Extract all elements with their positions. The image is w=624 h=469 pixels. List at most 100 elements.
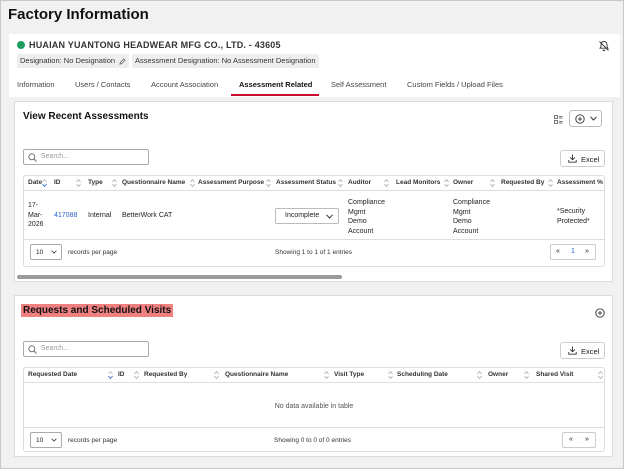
- next-page-button[interactable]: »: [585, 436, 589, 443]
- entries-info: Showing 1 to 1 of 1 entries: [275, 249, 352, 256]
- page-size-select[interactable]: 10: [30, 432, 62, 448]
- column-view-icon[interactable]: [554, 115, 563, 124]
- search-placeholder: Search...: [41, 345, 70, 352]
- col-id[interactable]: ID: [54, 176, 61, 190]
- app-window: Factory Information HUAIAN YUANTONG HEAD…: [0, 0, 624, 469]
- tab-information[interactable]: Information: [17, 80, 55, 89]
- status-dot: [17, 41, 25, 49]
- chevron-down-icon: [326, 214, 333, 219]
- tab-assessment-related[interactable]: Assessment Related: [239, 80, 312, 89]
- add-assessment-dropdown[interactable]: [569, 110, 602, 127]
- tab-users-contacts[interactable]: Users / Contacts: [75, 80, 130, 89]
- recent-search-input[interactable]: Search...: [23, 149, 149, 165]
- col-assessment-score[interactable]: Assessment % Sc: [557, 176, 604, 190]
- col-questionnaire-name[interactable]: Questionnaire Name: [122, 176, 185, 190]
- visits-search-input[interactable]: Search...: [23, 341, 149, 357]
- col-scheduling-date[interactable]: Scheduling Date: [397, 368, 448, 382]
- col-questionnaire-name[interactable]: Questionnaire Name: [225, 368, 288, 382]
- add-visit-icon[interactable]: [595, 308, 605, 318]
- col-visit-type[interactable]: Visit Type: [334, 368, 364, 382]
- visits-excel-button[interactable]: Excel: [560, 342, 605, 359]
- sort-icon[interactable]: [214, 371, 219, 379]
- search-icon: [28, 345, 37, 354]
- cell-score: *Security Protected*: [557, 208, 590, 225]
- visits-title: Requests and Scheduled Visits: [21, 304, 174, 317]
- col-assessment-purpose[interactable]: Assessment Purpose: [198, 176, 264, 190]
- horizontal-scrollbar[interactable]: [17, 275, 342, 279]
- page-size-select[interactable]: 10: [30, 244, 62, 260]
- prev-page-button[interactable]: «: [556, 248, 560, 255]
- sort-icon[interactable]: [490, 179, 495, 187]
- page-1-button[interactable]: 1: [571, 248, 575, 255]
- active-tab-indicator: [231, 94, 319, 96]
- col-owner[interactable]: Owner: [488, 368, 508, 382]
- pagination: « »: [562, 432, 596, 448]
- tab-custom-fields[interactable]: Custom Fields / Upload Files: [407, 80, 503, 89]
- col-type[interactable]: Type: [88, 176, 103, 190]
- sort-icon[interactable]: [444, 179, 449, 187]
- search-placeholder: Search...: [41, 153, 70, 160]
- designation-badge: Designation: No Designation: [17, 54, 130, 68]
- sort-desc-icon[interactable]: [42, 179, 47, 187]
- col-id[interactable]: ID: [118, 368, 125, 382]
- table-footer-divider: [24, 239, 604, 240]
- header-divider: [24, 190, 604, 191]
- assessment-status-select[interactable]: Incomplete: [275, 208, 339, 224]
- company-name: HUAIAN YUANTONG HEADWEAR MFG CO., LTD. -…: [29, 40, 281, 50]
- cell-questionnaire: BetterWork CAT: [122, 212, 173, 219]
- empty-table-message: No data available in table: [274, 403, 354, 410]
- assessment-id-link[interactable]: 417088: [54, 211, 77, 221]
- notifications-off-icon[interactable]: [598, 40, 610, 52]
- visits-table: Requested Date ID Requested By Questionn…: [23, 367, 605, 452]
- col-shared-visit[interactable]: Shared Visit: [536, 368, 573, 382]
- sort-icon[interactable]: [524, 371, 529, 379]
- sort-icon[interactable]: [338, 179, 343, 187]
- sort-desc-icon[interactable]: [108, 371, 113, 379]
- sort-icon[interactable]: [388, 371, 393, 379]
- sort-icon[interactable]: [190, 179, 195, 187]
- sort-icon[interactable]: [598, 371, 603, 379]
- recent-assessments-card: View Recent Assessments Search... Excel: [14, 101, 613, 282]
- cell-owner: Compliance Mgmt Demo Account: [453, 199, 490, 235]
- sort-icon[interactable]: [76, 179, 81, 187]
- col-requested-by[interactable]: Requested By: [144, 368, 187, 382]
- chevron-down-icon: [51, 438, 57, 442]
- col-assessment-status[interactable]: Assessment Status: [276, 176, 336, 190]
- recent-assessments-table: Date ID Type Questionnaire Name Assessme…: [23, 175, 605, 267]
- table-footer-divider: [24, 427, 604, 428]
- next-page-button[interactable]: »: [585, 248, 589, 255]
- sort-icon[interactable]: [324, 371, 329, 379]
- recent-excel-button[interactable]: Excel: [560, 150, 605, 167]
- sort-icon[interactable]: [112, 179, 117, 187]
- download-icon: [568, 154, 577, 163]
- chevron-down-icon: [590, 116, 597, 121]
- tab-self-assessment[interactable]: Self Assessment: [331, 80, 386, 89]
- entries-info: Showing 0 to 0 of 0 entries: [274, 437, 351, 444]
- pagination: « 1 »: [550, 244, 596, 260]
- recent-assessments-title: View Recent Assessments: [23, 111, 149, 122]
- sort-icon[interactable]: [384, 179, 389, 187]
- tab-account-association[interactable]: Account Association: [151, 80, 218, 89]
- tab-bar: Information Users / Contacts Account Ass…: [9, 76, 620, 96]
- col-owner[interactable]: Owner: [453, 176, 473, 190]
- excel-label: Excel: [581, 155, 600, 164]
- sort-icon[interactable]: [134, 371, 139, 379]
- col-date[interactable]: Date: [28, 176, 42, 190]
- search-icon: [28, 153, 37, 162]
- col-lead-monitors[interactable]: Lead Monitors: [396, 176, 440, 190]
- col-auditor[interactable]: Auditor: [348, 176, 371, 190]
- page-title: Factory Information: [8, 6, 149, 23]
- col-requested-date[interactable]: Requested Date: [28, 368, 77, 382]
- chevron-down-icon: [51, 250, 57, 254]
- sort-icon[interactable]: [266, 179, 271, 187]
- visits-card: Requests and Scheduled Visits Search... …: [14, 295, 613, 457]
- download-icon: [568, 346, 577, 355]
- prev-page-button[interactable]: «: [569, 436, 573, 443]
- cell-date: 17- Mar- 2026: [28, 202, 44, 228]
- sort-icon[interactable]: [548, 179, 553, 187]
- status-value: Incomplete: [285, 212, 320, 219]
- col-requested-by[interactable]: Requested By: [501, 176, 544, 190]
- edit-pencil-icon[interactable]: [119, 57, 126, 65]
- records-per-page-label: records per page: [68, 249, 118, 256]
- sort-icon[interactable]: [477, 371, 482, 379]
